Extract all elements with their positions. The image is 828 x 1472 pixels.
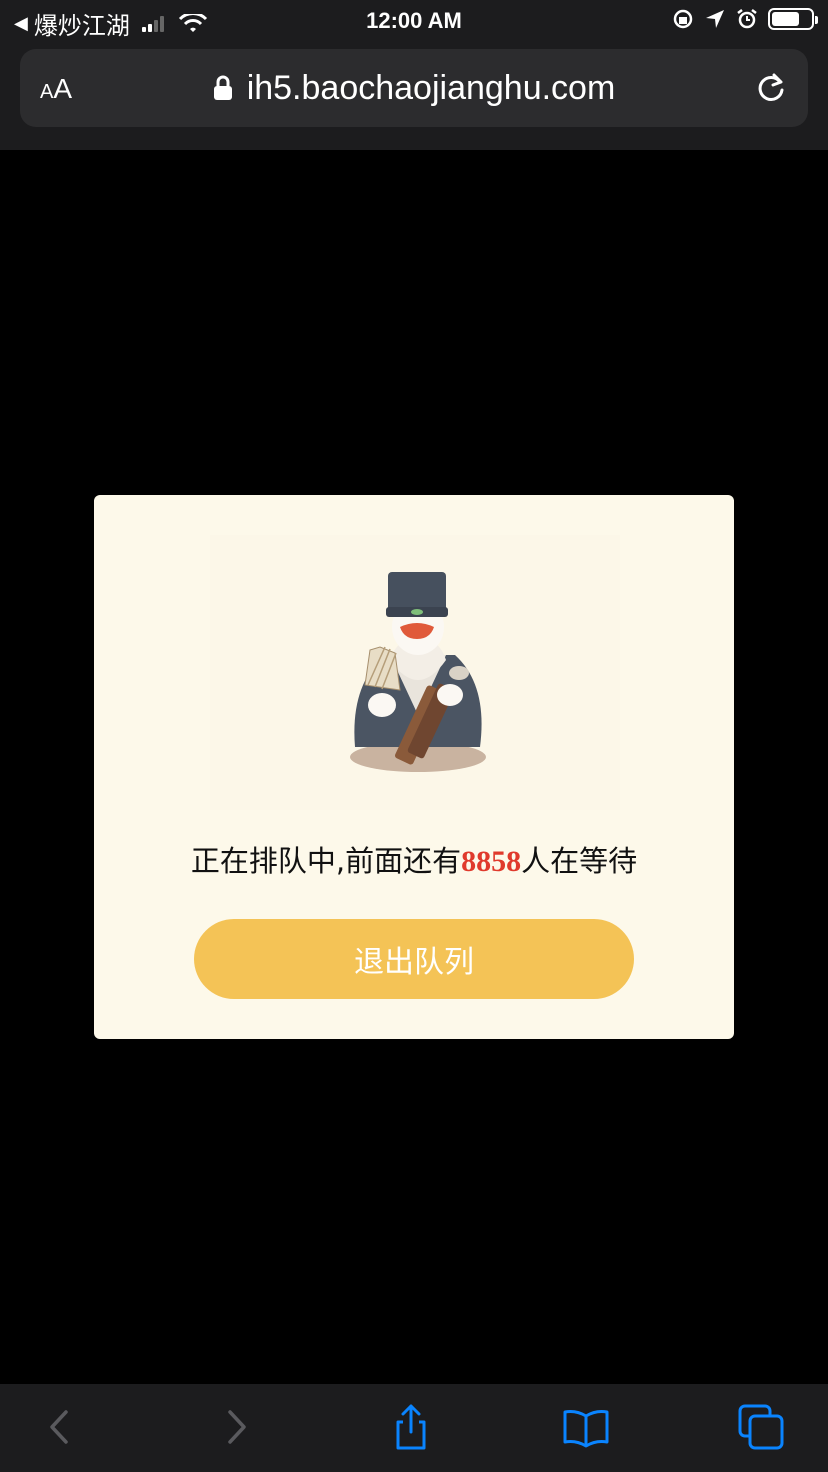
orientation-lock-icon xyxy=(673,9,693,29)
browser-toolbar xyxy=(0,1384,828,1472)
battery-icon xyxy=(768,8,818,30)
queue-status-text: 正在排队中,前面还有8858人在等待 xyxy=(94,838,734,880)
status-bar: ◀ 爆炒江湖 12:00 AM xyxy=(0,0,828,44)
exit-queue-button[interactable]: 退出队列 xyxy=(194,919,634,999)
browser-address-area: AA ih5.baochaojianghu.com xyxy=(0,44,828,150)
reload-icon[interactable] xyxy=(754,71,788,105)
url-field[interactable]: ih5.baochaojianghu.com xyxy=(20,69,808,108)
forward-icon[interactable] xyxy=(212,1402,262,1452)
lock-icon xyxy=(213,71,233,100)
share-icon[interactable] xyxy=(386,1402,436,1452)
queue-count: 8858 xyxy=(461,845,522,878)
status-icons xyxy=(672,8,818,30)
back-icon[interactable] xyxy=(34,1402,84,1452)
location-icon xyxy=(706,10,724,28)
queue-modal: 正在排队中,前面还有8858人在等待 退出队列 xyxy=(94,495,734,1039)
page-content: 正在排队中,前面还有8858人在等待 退出队列 xyxy=(0,150,828,1384)
alarm-icon xyxy=(737,9,757,29)
queue-prefix: 正在排队中,前面还有 xyxy=(190,844,462,878)
url-text: ih5.baochaojianghu.com xyxy=(246,69,616,107)
mascot-illustration xyxy=(210,535,620,810)
address-bar[interactable]: AA ih5.baochaojianghu.com xyxy=(20,49,808,127)
queue-suffix: 人在等待 xyxy=(521,844,638,878)
duck-scholar-illustration xyxy=(350,572,486,772)
tabs-icon[interactable] xyxy=(736,1402,786,1452)
bookmarks-icon[interactable] xyxy=(561,1402,611,1452)
